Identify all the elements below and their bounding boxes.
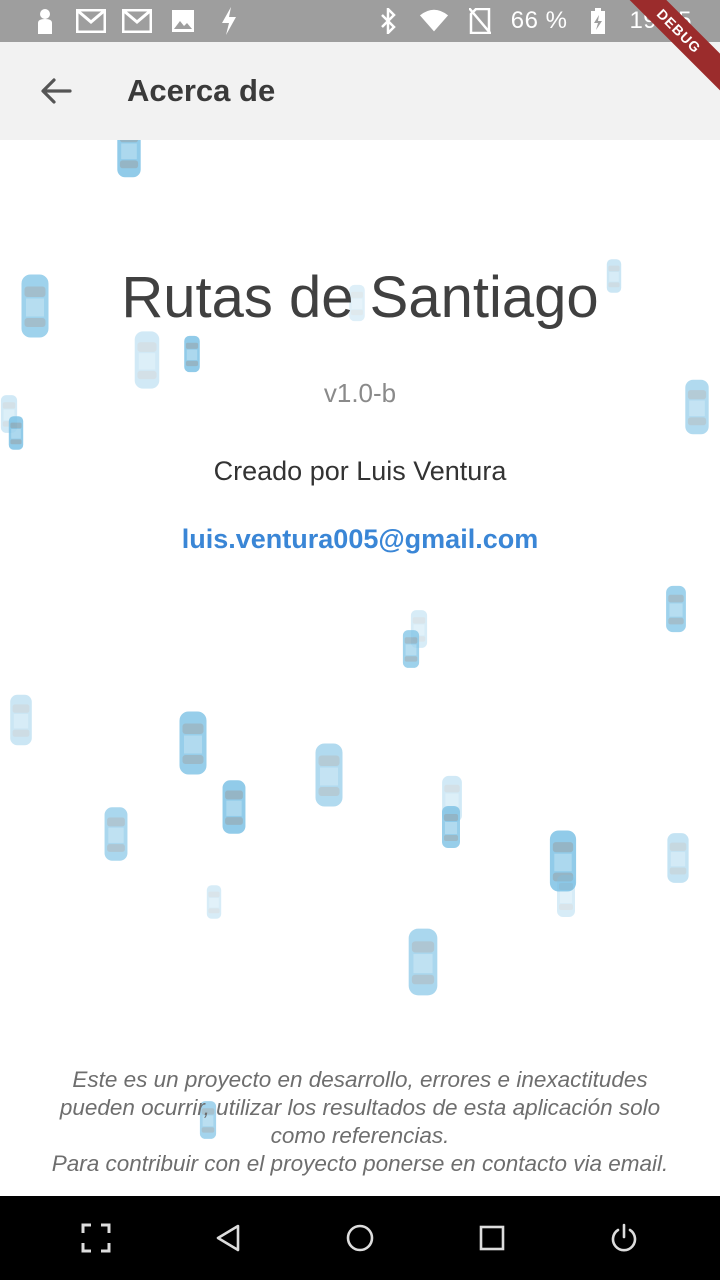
status-bar: 66 % 19:25 [0, 0, 720, 42]
car-icon [314, 742, 344, 808]
wifi-icon [419, 8, 449, 34]
back-button[interactable] [28, 63, 84, 119]
car-icon [407, 927, 439, 997]
no-sim-icon [465, 8, 495, 34]
back-triangle-icon [216, 1224, 240, 1252]
car-icon [9, 692, 33, 748]
disclaimer-line: Este es un proyecto en desarrollo, error… [72, 1067, 648, 1092]
app-version: v1.0-b [323, 378, 397, 408]
screenshot-button[interactable] [66, 1208, 126, 1268]
disclaimer-line: como referencias. [270, 1123, 450, 1148]
car-icon [8, 415, 24, 451]
page-title: Acerca de [127, 73, 276, 108]
car-icon [221, 779, 247, 835]
email-link[interactable]: luis.ventura005@gmail.com [0, 524, 720, 555]
author-credit: Creado por Luis Ventura [213, 456, 507, 486]
nav-back-button[interactable] [198, 1208, 258, 1268]
gmail-icon [122, 8, 152, 34]
car-icon [402, 629, 420, 669]
battery-percent: 66 % [510, 7, 568, 34]
car-icon [206, 884, 222, 920]
gmail-icon [76, 8, 106, 34]
car-icon [103, 806, 129, 862]
power-icon [611, 1223, 637, 1252]
car-icon [666, 832, 690, 884]
arrow-back-icon [41, 78, 72, 104]
disclaimer-line: Para contribuir con el proyecto ponerse … [51, 1151, 669, 1176]
screen: 66 % 19:25 DEBUG Acerca de Rutas de Sant… [0, 0, 720, 1280]
car-icon [178, 710, 208, 776]
home-circle-icon [346, 1224, 374, 1252]
status-left-icons [30, 7, 244, 35]
power-button[interactable] [594, 1208, 654, 1268]
recents-square-icon [479, 1225, 505, 1251]
car-icon [556, 872, 576, 920]
battery-icon [583, 8, 613, 34]
car-icon [183, 335, 201, 373]
nav-recents-button[interactable] [462, 1208, 522, 1268]
app-name: Rutas de Santiago [121, 265, 599, 330]
car-icon [441, 805, 461, 849]
disclaimer-text: Este es un proyecto en desarrollo, error… [20, 1066, 700, 1178]
bluetooth-icon [373, 8, 403, 34]
image-icon [168, 8, 198, 34]
screenshot-icon [81, 1223, 111, 1253]
flash-icon [214, 7, 244, 35]
car-icon [665, 583, 687, 635]
system-nav-bar [0, 1196, 720, 1280]
app-bar: Acerca de [0, 42, 720, 140]
person-icon [30, 8, 60, 34]
nav-home-button[interactable] [330, 1208, 390, 1268]
disclaimer-line: pueden ocurrir, utilizar los resultados … [59, 1095, 661, 1120]
